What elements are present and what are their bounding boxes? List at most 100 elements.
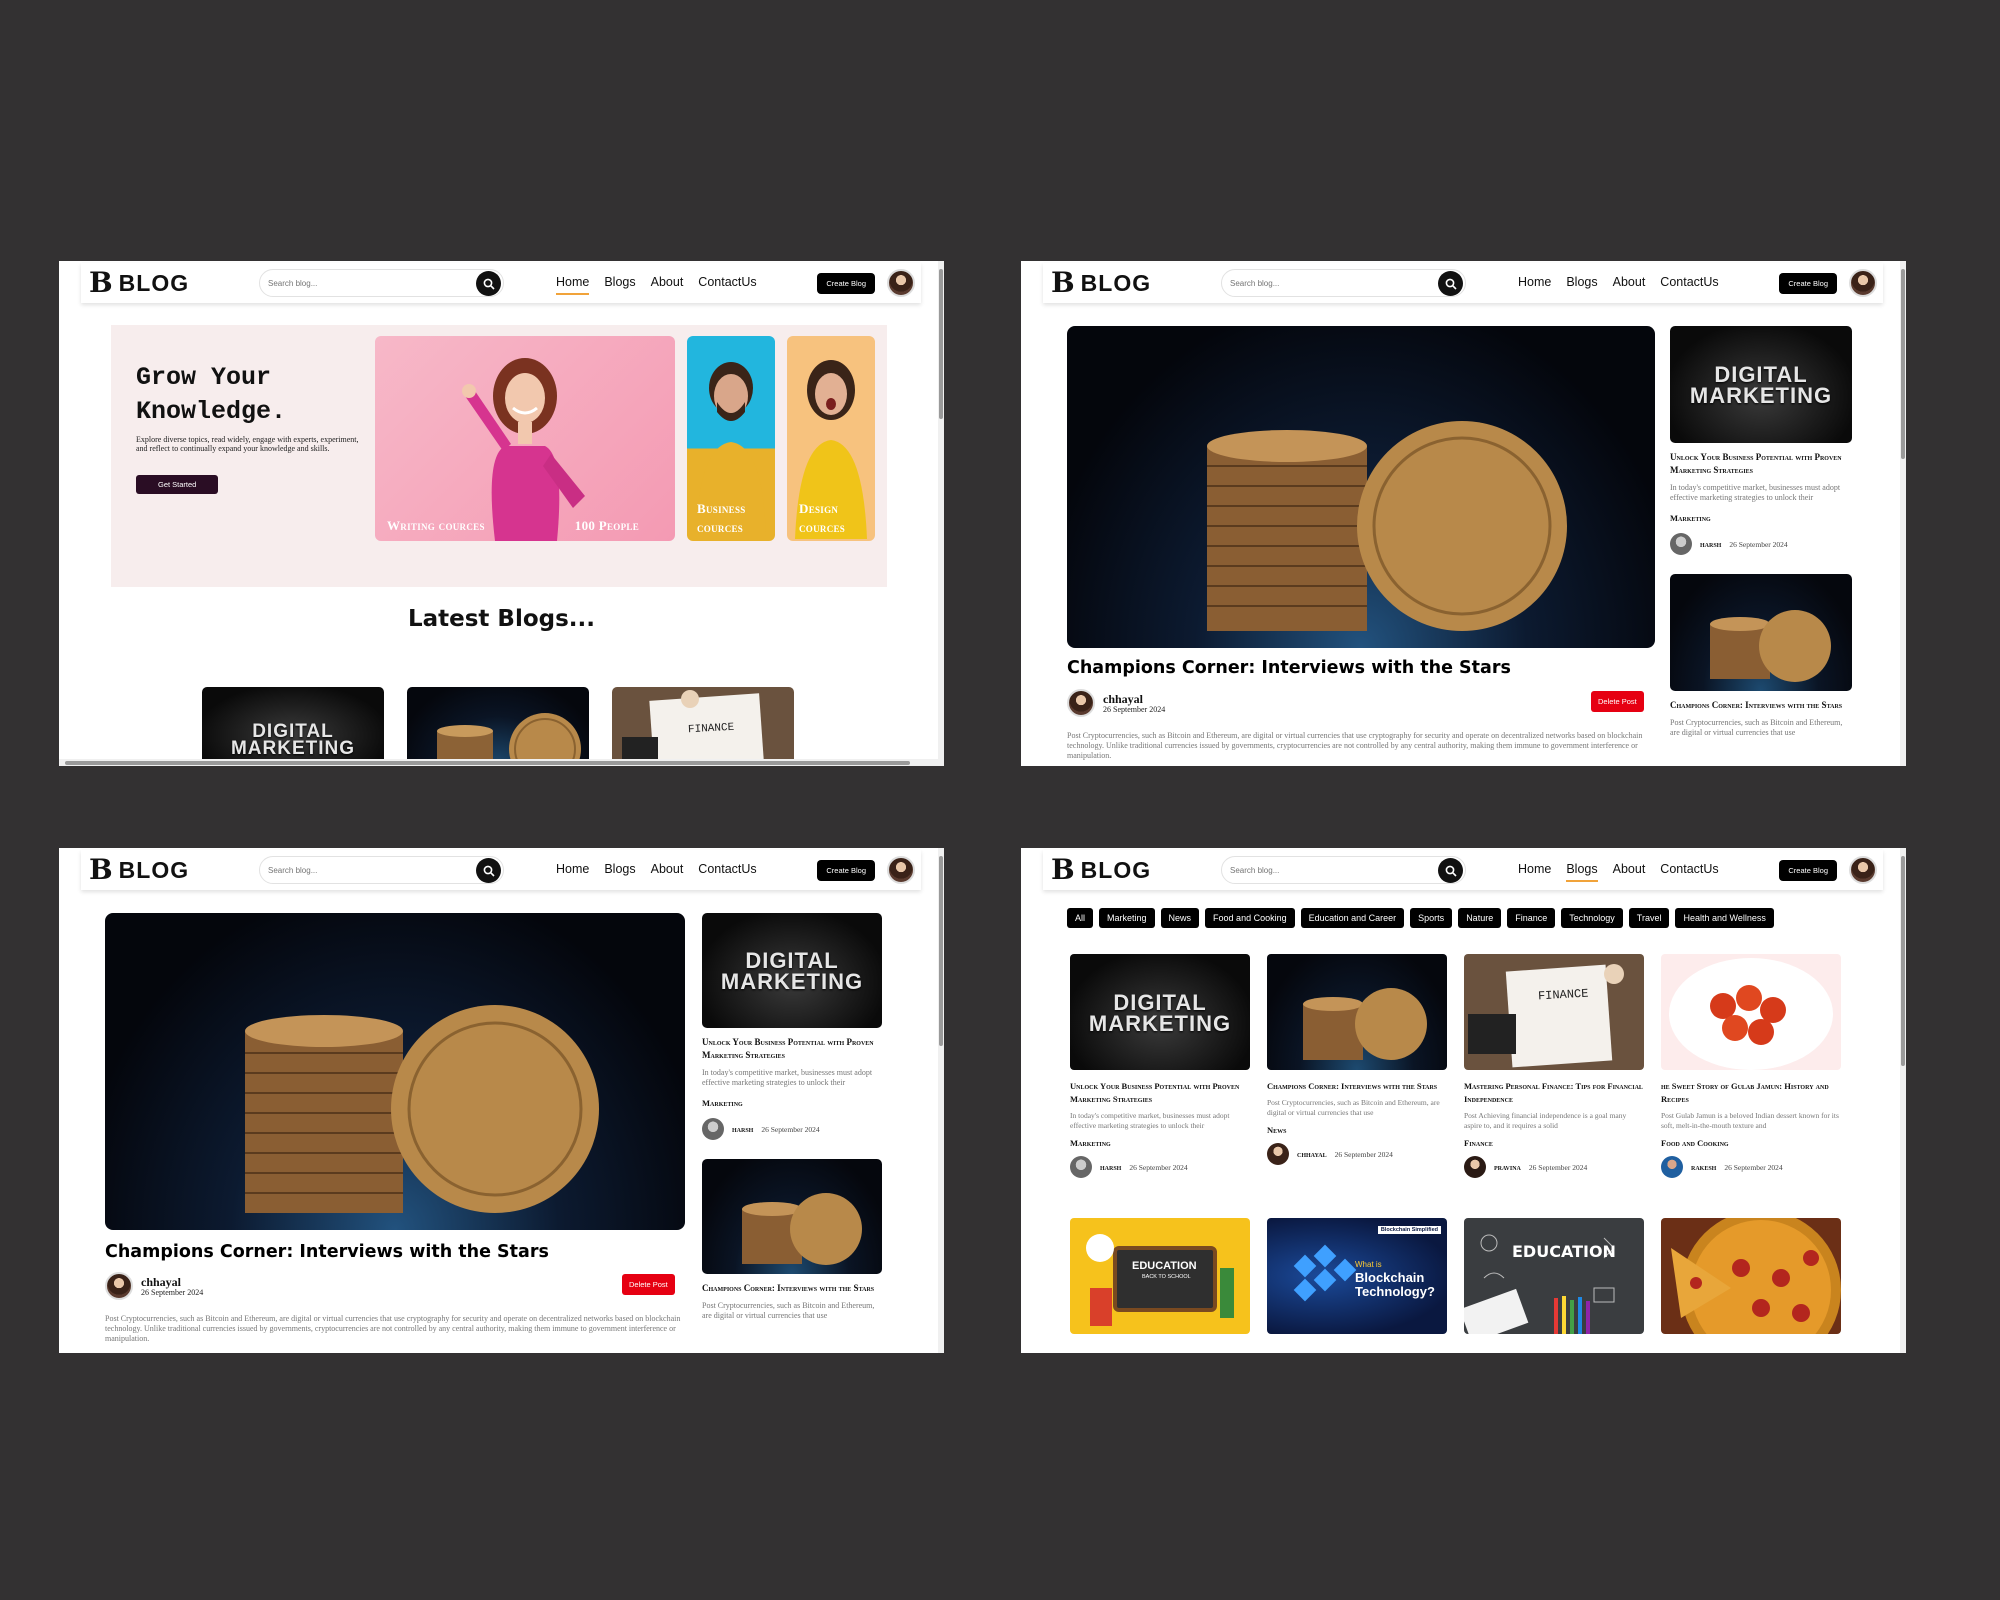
card-category: Marketing bbox=[1070, 1138, 1111, 1148]
nav-about-link[interactable]: About bbox=[651, 275, 684, 292]
card-title: Unlock Your Business Potential with Prov… bbox=[1070, 1081, 1240, 1104]
category-nature[interactable]: Nature bbox=[1458, 908, 1502, 928]
nav-about-link[interactable]: About bbox=[1613, 862, 1646, 879]
design-courses-card[interactable]: Design cources bbox=[787, 336, 875, 541]
category-food-and-cooking[interactable]: Food and Cooking bbox=[1205, 908, 1295, 928]
delete-post-button[interactable]: Delete Post bbox=[622, 1274, 675, 1295]
category-marketing[interactable]: Marketing bbox=[1099, 908, 1155, 928]
nav-home-link[interactable]: Home bbox=[556, 862, 589, 879]
logo[interactable]: B BLOG bbox=[89, 269, 239, 297]
navbar: BBLOG Home Blogs About ContactUs Create Blo… bbox=[81, 263, 921, 303]
blog-card[interactable]: Champions Corner: Interviews with the St… bbox=[1267, 954, 1447, 1165]
create-blog-button[interactable]: Create Blog bbox=[817, 859, 875, 881]
search-button[interactable] bbox=[1438, 271, 1463, 296]
create-blog-button[interactable]: Create Blog bbox=[1779, 859, 1837, 881]
category-education-and-career[interactable]: Education and Career bbox=[1300, 908, 1405, 928]
blog-card[interactable]: DIGITAL MARKETING Unlock Your Business Po… bbox=[1070, 954, 1250, 1178]
search-box bbox=[259, 856, 504, 884]
category-all[interactable]: All bbox=[1067, 908, 1094, 928]
search-input[interactable] bbox=[268, 278, 458, 288]
vertical-scrollbar[interactable] bbox=[938, 261, 944, 766]
user-avatar[interactable] bbox=[887, 269, 915, 297]
logo[interactable]: B BLOG bbox=[1051, 269, 1201, 297]
author-name: harsh bbox=[1100, 1162, 1122, 1172]
business-courses-card[interactable]: Business cources bbox=[687, 336, 775, 541]
logo[interactable]: B BLOG bbox=[89, 856, 239, 884]
sidebar-post-1[interactable]: DIGITAL MARKETING Unlock Your Business Po… bbox=[1670, 326, 1852, 555]
create-blog-button[interactable]: Create Blog bbox=[1779, 272, 1837, 294]
search-box bbox=[1221, 856, 1466, 884]
blog-card-blockchain[interactable]: Blockchain Simplified What is Blockchain… bbox=[1267, 1218, 1447, 1334]
category-technology[interactable]: Technology bbox=[1561, 908, 1623, 928]
nav-blogs-link[interactable]: Blogs bbox=[604, 275, 635, 292]
thumb-text-marketing: MARKETING bbox=[1689, 383, 1833, 408]
author-name: rakesh bbox=[1691, 1162, 1717, 1172]
get-started-button[interactable]: Get Started bbox=[136, 475, 219, 494]
category-sports[interactable]: Sports bbox=[1410, 908, 1453, 928]
sidebar-thumb-digital-marketing: DIGITAL MARKETING bbox=[702, 913, 882, 1028]
create-blog-button[interactable]: Create Blog bbox=[817, 272, 875, 294]
blog-card-education-chalkboard[interactable]: EDUCATION bbox=[1464, 1218, 1644, 1334]
search-input[interactable] bbox=[268, 865, 458, 875]
nav-blogs-link[interactable]: Blogs bbox=[1566, 862, 1598, 882]
category-finance[interactable]: Finance bbox=[1507, 908, 1556, 928]
category-news[interactable]: News bbox=[1160, 908, 1200, 928]
nav-home-link[interactable]: Home bbox=[1518, 275, 1551, 292]
sidebar-post-2[interactable]: Champions Corner: Interviews with the St… bbox=[702, 1159, 884, 1321]
author-name: chhayal bbox=[141, 1274, 182, 1289]
post-author: chhayal 26 September 2024 bbox=[105, 1272, 203, 1300]
blog-thumb-crypto[interactable] bbox=[407, 687, 589, 766]
sidebar-post-title: Champions Corner: Interviews with the St… bbox=[702, 1283, 875, 1293]
search-button[interactable] bbox=[476, 858, 501, 883]
sidebar-post-1[interactable]: DIGITAL MARKETING Unlock Your Business Po… bbox=[702, 913, 884, 1140]
education-title: EDUCATION bbox=[1132, 1260, 1197, 1272]
logo[interactable]: B BLOG bbox=[1051, 856, 1201, 884]
blog-card[interactable]: he Sweet Story of Gulab Jamun: History a… bbox=[1661, 954, 1841, 1178]
category-health-and-wellness[interactable]: Health and Wellness bbox=[1675, 908, 1774, 928]
nav-blogs-link[interactable]: Blogs bbox=[604, 862, 635, 879]
nav-contact-link[interactable]: ContactUs bbox=[698, 862, 756, 879]
search-input[interactable] bbox=[1230, 865, 1420, 875]
nav-contact-link[interactable]: ContactUs bbox=[698, 275, 756, 292]
nav-blogs-link[interactable]: Blogs bbox=[1566, 275, 1597, 292]
sidebar-post-2[interactable]: Champions Corner: Interviews with the St… bbox=[1670, 574, 1852, 738]
card-image-digital-marketing: DIGITAL MARKETING bbox=[1070, 954, 1250, 1070]
search-button[interactable] bbox=[1438, 858, 1463, 883]
vertical-scrollbar[interactable] bbox=[1900, 848, 1906, 1353]
blog-card-education[interactable]: EDUCATION BACK TO SCHOOL bbox=[1070, 1218, 1250, 1334]
card-category: Finance bbox=[1464, 1138, 1493, 1148]
post-title: Champions Corner: Interviews with the St… bbox=[1067, 658, 1511, 678]
sidebar-post-title: Unlock Your Business Potential with Prov… bbox=[702, 1037, 874, 1060]
search-icon bbox=[483, 865, 495, 877]
blog-thumb-digital-marketing[interactable]: DIGITAL MARKETING bbox=[202, 687, 384, 766]
vertical-scrollbar[interactable] bbox=[938, 848, 944, 1353]
nav-home-link[interactable]: Home bbox=[1518, 862, 1551, 879]
delete-post-button[interactable]: Delete Post bbox=[1591, 691, 1644, 712]
nav-about-link[interactable]: About bbox=[1613, 275, 1646, 292]
user-avatar[interactable] bbox=[887, 856, 915, 884]
user-avatar[interactable] bbox=[1849, 269, 1877, 297]
user-avatar[interactable] bbox=[1849, 856, 1877, 884]
category-travel[interactable]: Travel bbox=[1628, 908, 1670, 928]
blog-thumb-finance[interactable]: FINANCE bbox=[612, 687, 794, 766]
card-date: 26 September 2024 bbox=[1724, 1162, 1783, 1172]
card-date: 26 September 2024 bbox=[1334, 1149, 1393, 1159]
blog-card-pizza[interactable] bbox=[1661, 1218, 1841, 1334]
horizontal-scrollbar[interactable] bbox=[59, 759, 944, 766]
sidebar-post-excerpt: In today's competitive market, businesse… bbox=[702, 1068, 873, 1087]
gulab-jamun-image bbox=[1669, 958, 1833, 1070]
blog-card[interactable]: FINANCE Mastering Personal Finance: Tips… bbox=[1464, 954, 1644, 1178]
sidebar-thumb-crypto bbox=[702, 1159, 882, 1274]
search-icon bbox=[1445, 865, 1457, 877]
nav-about-link[interactable]: About bbox=[651, 862, 684, 879]
thumb-text-digital: DIGITAL bbox=[745, 948, 839, 973]
vertical-scrollbar[interactable] bbox=[1900, 261, 1906, 766]
writing-courses-card[interactable]: Writing cources 100 People bbox=[375, 336, 675, 541]
nav-home-link[interactable]: Home bbox=[556, 275, 590, 295]
post-date: 26 September 2024 bbox=[761, 1124, 820, 1134]
search-button[interactable] bbox=[476, 271, 501, 296]
coin-stack-image bbox=[742, 1193, 862, 1265]
search-input[interactable] bbox=[1230, 278, 1420, 288]
nav-contact-link[interactable]: ContactUs bbox=[1660, 275, 1718, 292]
nav-contact-link[interactable]: ContactUs bbox=[1660, 862, 1718, 879]
